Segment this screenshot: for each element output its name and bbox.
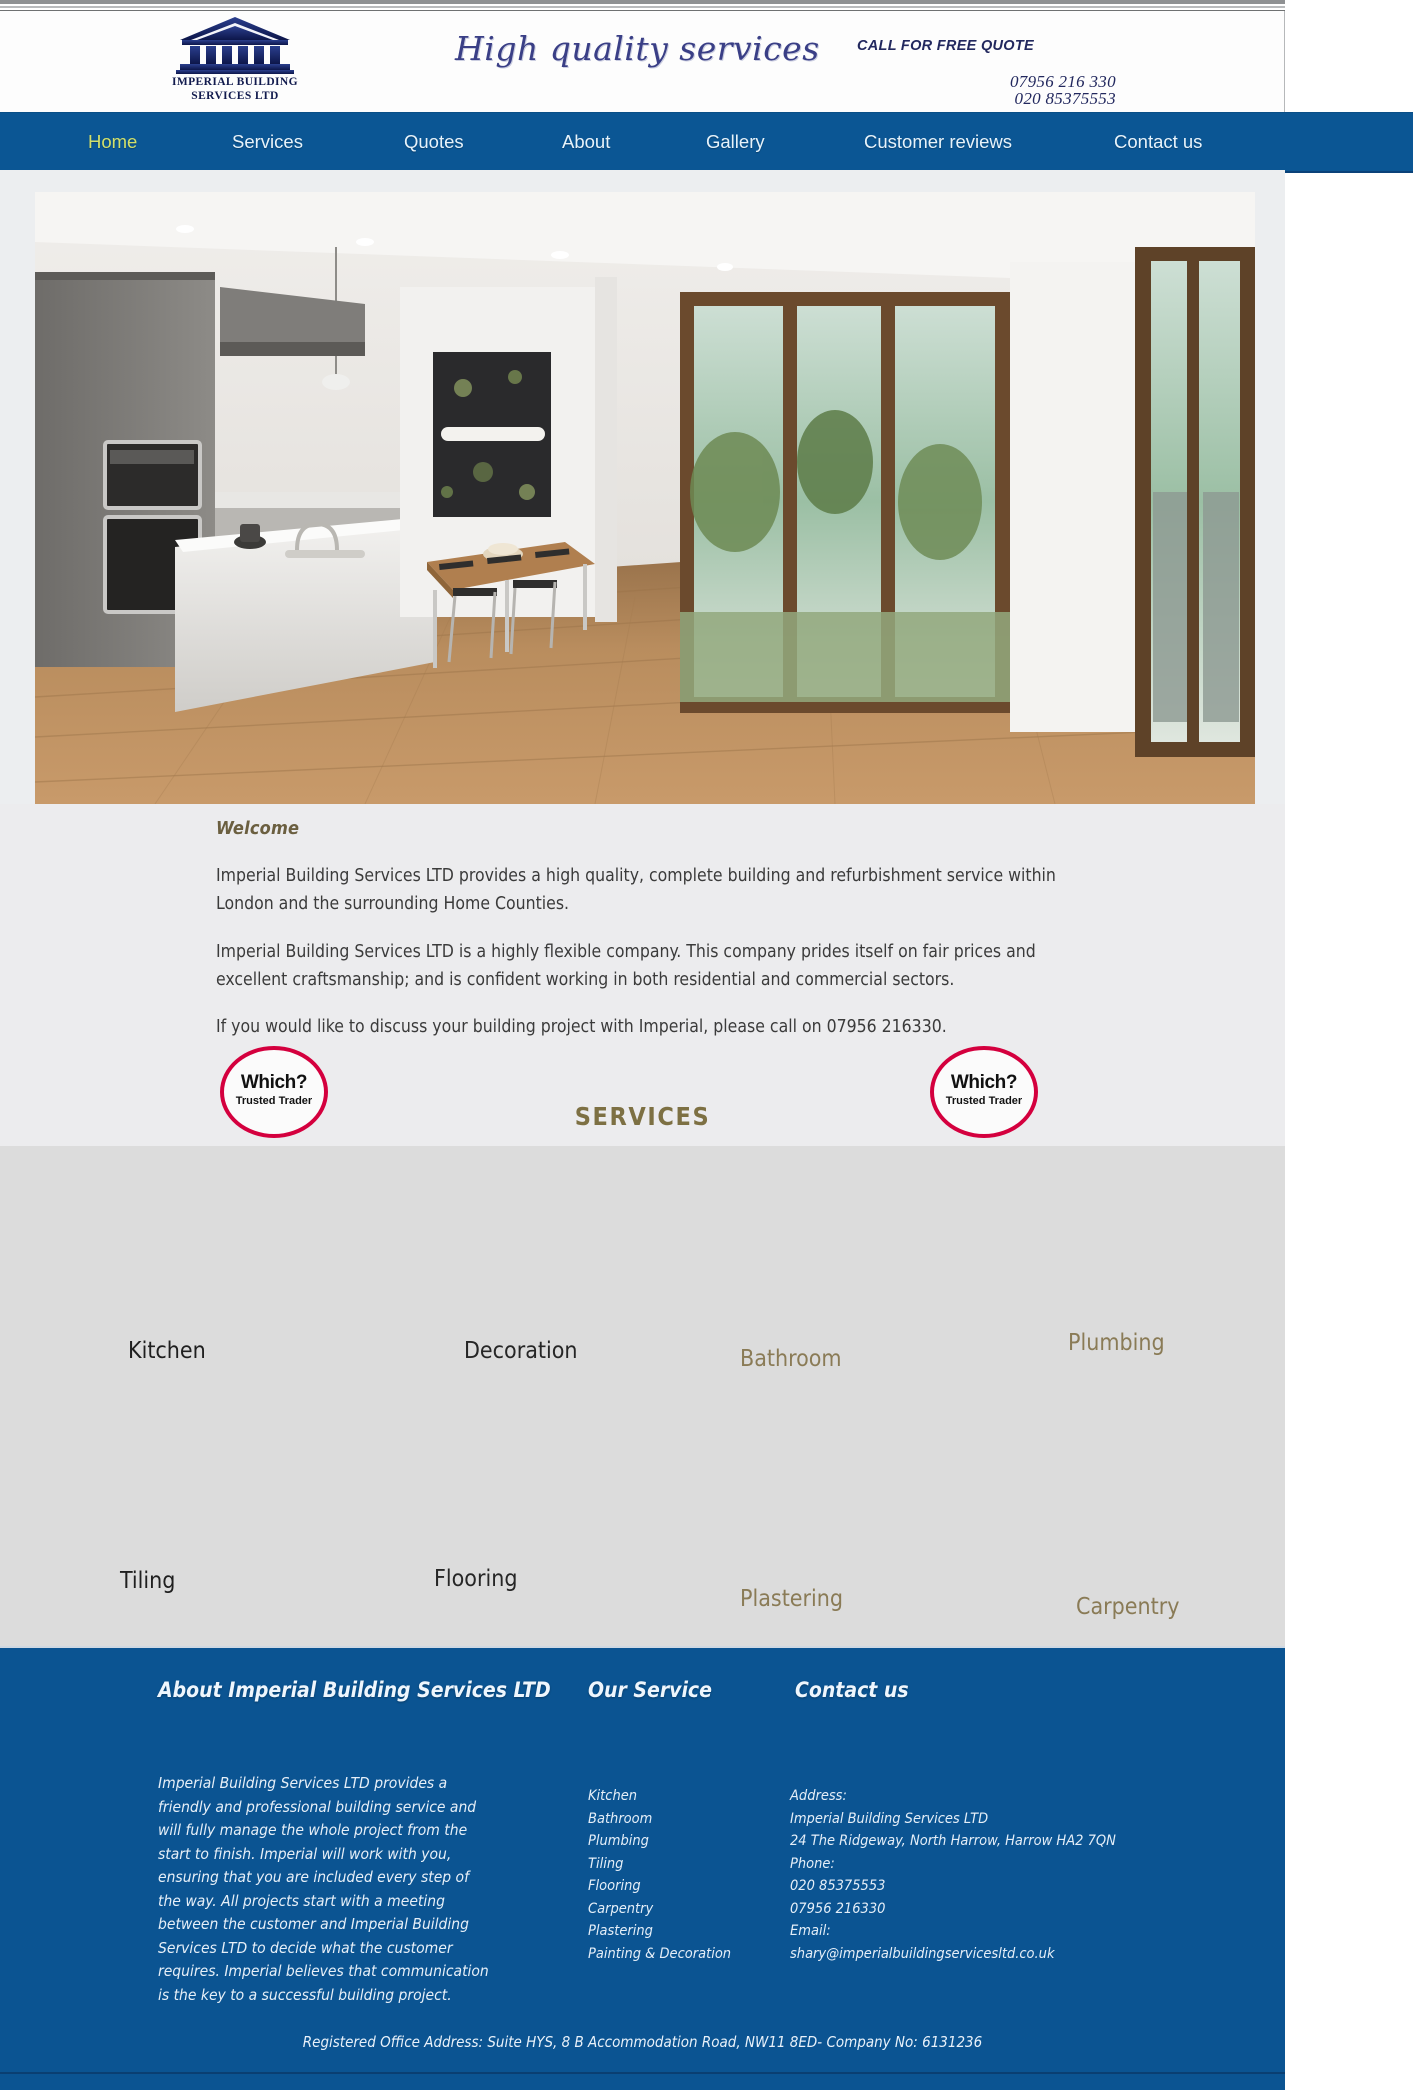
nav-item-home[interactable]: Home xyxy=(88,131,137,153)
classical-temple-icon xyxy=(160,15,310,75)
footer-service-item-flooring[interactable]: Flooring xyxy=(588,1875,731,1898)
footer-service-item-kitchen[interactable]: Kitchen xyxy=(588,1785,731,1808)
service-tile-plastering[interactable]: Plastering xyxy=(740,1586,843,1612)
welcome-paragraph-1: Imperial Building Services LTD provides … xyxy=(216,866,1056,914)
service-tile-carpentry[interactable]: Carpentry xyxy=(1076,1594,1179,1620)
footer-service-heading: Our Service xyxy=(588,1678,712,1702)
service-tile-tiling[interactable]: Tiling xyxy=(120,1568,175,1594)
main-navigation: Home Services Quotes About Gallery Custo… xyxy=(0,112,1413,173)
service-tile-decoration[interactable]: Decoration xyxy=(464,1338,578,1364)
footer-service-item-tiling[interactable]: Tiling xyxy=(588,1853,731,1876)
which-label-right: Which? xyxy=(950,1072,1018,1093)
hero-image xyxy=(35,192,1255,804)
nav-item-contact-us[interactable]: Contact us xyxy=(1114,131,1202,153)
footer-service-item-bathroom[interactable]: Bathroom xyxy=(588,1808,731,1831)
logo-text-line2: SERVICES LTD xyxy=(191,90,279,102)
welcome-paragraph-2: Imperial Building Services LTD is a high… xyxy=(216,942,1036,990)
footer-email-address[interactable]: shary@imperialbuildingservicesltd.co.uk xyxy=(790,1943,1116,1966)
which-label-left: Which? xyxy=(240,1072,308,1093)
footer-bottom-divider xyxy=(0,2072,1285,2074)
service-tile-flooring[interactable]: Flooring xyxy=(434,1566,517,1592)
footer-service-item-carpentry[interactable]: Carpentry xyxy=(588,1898,731,1921)
nav-item-about[interactable]: About xyxy=(562,131,610,153)
service-tile-plumbing[interactable]: Plumbing xyxy=(1068,1330,1165,1356)
header-phone-numbers[interactable]: 07956 216 330 020 85375553 xyxy=(1010,73,1116,107)
footer-phone-mobile[interactable]: 07956 216330 xyxy=(790,1898,1116,1921)
phone-mobile[interactable]: 07956 216 330 xyxy=(1010,73,1116,90)
footer-address-line: 24 The Ridgeway, North Harrow, Harrow HA… xyxy=(790,1833,1116,1849)
services-band xyxy=(0,1146,1285,1648)
logo-text-line1: IMPERIAL BUILDING xyxy=(172,76,298,88)
welcome-heading: Welcome xyxy=(216,818,300,839)
site-logo[interactable]: IMPERIAL BUILDING SERVICES LTD xyxy=(160,15,310,111)
nav-inner: Home Services Quotes About Gallery Custo… xyxy=(0,113,1285,171)
site-header: IMPERIAL BUILDING SERVICES LTD High qual… xyxy=(0,11,1285,112)
footer-contact-block: Address: Imperial Building Services LTD … xyxy=(790,1785,1116,1965)
footer-service-list: Kitchen Bathroom Plumbing Tiling Floorin… xyxy=(588,1785,731,1965)
footer-company-name: Imperial Building Services LTD xyxy=(790,1810,989,1827)
footer-about-heading: About Imperial Building Services LTD xyxy=(158,1678,551,1702)
footer-registered-office: Registered Office Address: Suite HYS, 8 … xyxy=(302,2033,983,2051)
service-tile-kitchen[interactable]: Kitchen xyxy=(128,1338,206,1364)
service-tile-bathroom[interactable]: Bathroom xyxy=(740,1346,842,1372)
footer-phone-label: Phone: xyxy=(790,1855,835,1872)
phone-landline[interactable]: 020 85375553 xyxy=(1010,90,1116,107)
footer-service-item-plastering[interactable]: Plastering xyxy=(588,1920,731,1943)
top-rule-1 xyxy=(0,0,1285,4)
site-tagline: High quality services xyxy=(455,29,820,68)
footer-contact-heading: Contact us xyxy=(795,1678,909,1702)
page-root: IMPERIAL BUILDING SERVICES LTD High qual… xyxy=(0,0,1413,2090)
nav-item-services[interactable]: Services xyxy=(232,131,303,153)
welcome-paragraph-3: If you would like to discuss your buildi… xyxy=(216,1017,947,1037)
nav-item-quotes[interactable]: Quotes xyxy=(404,131,464,153)
footer-email-label: Email: xyxy=(790,1923,831,1939)
footer-service-item-painting-decoration[interactable]: Painting & Decoration xyxy=(588,1943,731,1966)
nav-item-gallery[interactable]: Gallery xyxy=(706,131,765,153)
footer-service-item-plumbing[interactable]: Plumbing xyxy=(588,1830,731,1853)
services-section-title: SERVICES xyxy=(574,1102,711,1131)
top-rule-2 xyxy=(0,6,1285,8)
footer-about-text: Imperial Building Services LTD provides … xyxy=(158,1774,489,2004)
footer-phone-landline[interactable]: 020 85375553 xyxy=(790,1875,1116,1898)
footer-address-label: Address: xyxy=(790,1788,847,1804)
nav-item-customer-reviews[interactable]: Customer reviews xyxy=(864,131,1012,153)
call-for-quote-label: CALL FOR FREE QUOTE xyxy=(857,38,1035,54)
